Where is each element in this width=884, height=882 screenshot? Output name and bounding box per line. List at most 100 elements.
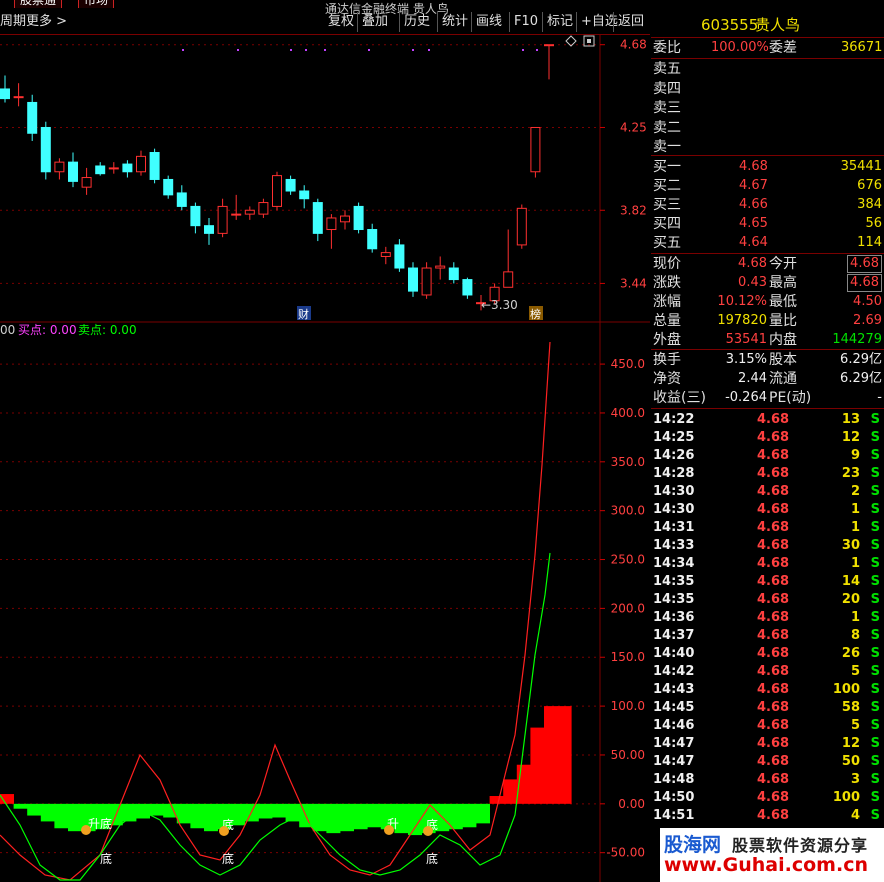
tick-side: S <box>870 646 880 661</box>
candle-body[interactable] <box>13 96 24 99</box>
candle-body[interactable] <box>81 177 92 188</box>
period-button[interactable]: 周期 <box>0 13 26 31</box>
indicator-bar <box>503 779 518 804</box>
tick-time: 14:28 <box>653 466 695 481</box>
candle-body[interactable] <box>462 279 473 296</box>
toolbar-separator <box>576 12 577 32</box>
toolbar-separator <box>542 12 543 32</box>
tab-market[interactable]: 市场 <box>78 0 115 8</box>
kline-chart[interactable]: 4.68 4.25 3.82 3.44 450.0 400.0 350.0 300.0 250.… <box>0 35 650 882</box>
tick-price: 4.68 <box>757 790 790 805</box>
news-badge[interactable]: 财 <box>297 306 311 321</box>
candle-body[interactable] <box>95 165 106 175</box>
more-button[interactable]: 更多 > <box>26 13 67 31</box>
stat-label: 内盘 <box>769 332 797 348</box>
candle-body[interactable] <box>136 155 146 173</box>
candle-body[interactable] <box>149 152 160 180</box>
signal-dot <box>324 49 326 51</box>
candle-body[interactable] <box>190 205 201 227</box>
candle-body[interactable] <box>244 209 255 215</box>
candle-body[interactable] <box>380 252 391 257</box>
stat-label: 最低 <box>769 294 797 310</box>
stat-label: 现价 <box>653 256 681 272</box>
indicator-axis-label: 200.0 <box>611 601 645 615</box>
candle-body[interactable] <box>530 126 541 173</box>
candle-body[interactable] <box>394 244 405 269</box>
toolbar-separator <box>509 12 510 32</box>
candle-body[interactable] <box>367 229 378 250</box>
stat-value: 144279 <box>832 332 882 347</box>
toolbar-button-6[interactable]: 标记 <box>547 13 573 31</box>
candle-body[interactable] <box>299 190 310 200</box>
toolbar-button-4[interactable]: 画线 <box>476 13 502 31</box>
candle-body[interactable] <box>176 192 187 207</box>
indicator-bar <box>54 803 69 829</box>
candle-body[interactable] <box>435 265 446 269</box>
toolbar-button-2[interactable]: 历史 <box>404 13 430 31</box>
candle-body[interactable] <box>326 217 337 231</box>
signal-dot <box>305 49 307 51</box>
weicha-value: 36671 <box>841 40 883 55</box>
tick-volume: 26 <box>841 646 860 661</box>
candle-body[interactable] <box>312 202 323 234</box>
candle-body[interactable] <box>340 215 350 223</box>
candle-body[interactable] <box>353 205 364 231</box>
candle-body[interactable] <box>544 44 554 47</box>
buy-level-price: 4.65 <box>739 216 768 231</box>
tick-volume: 20 <box>841 592 860 607</box>
candle-body[interactable] <box>40 126 51 173</box>
candle-body[interactable] <box>108 167 119 170</box>
candle-body[interactable] <box>258 202 269 215</box>
tick-row: 14:26 4.68 9 S <box>651 448 884 466</box>
candle-body[interactable] <box>285 178 296 192</box>
candle-body[interactable] <box>0 88 10 100</box>
indicator-bar <box>190 803 205 829</box>
watermark-tagline: 股票软件资源分享 <box>732 836 869 855</box>
weicha-label: 委差 <box>769 40 797 56</box>
indicator-axis-label: 450.0 <box>611 357 645 371</box>
tick-volume: 5 <box>850 664 860 679</box>
stat-value: 6.29亿 <box>840 371 882 386</box>
tick-time: 14:31 <box>653 520 695 535</box>
tick-side: S <box>870 718 880 733</box>
tick-side: S <box>870 574 880 589</box>
tick-price: 4.68 <box>757 772 790 787</box>
candle-body[interactable] <box>27 101 38 134</box>
candle-body[interactable] <box>421 267 432 296</box>
toolbar-button-3[interactable]: 统计 <box>442 13 468 31</box>
candle-body[interactable] <box>448 267 459 281</box>
candle-body[interactable] <box>122 163 133 173</box>
toolbar-button-8[interactable]: 返回 <box>618 13 644 31</box>
buy-level-price: 4.64 <box>739 235 768 250</box>
candle-body[interactable] <box>54 161 65 173</box>
tick-side: S <box>870 592 880 607</box>
candle-body[interactable] <box>503 271 514 288</box>
toolbar-button-1[interactable]: 叠加 <box>362 13 388 31</box>
buy-level-price: 4.66 <box>739 197 768 212</box>
sell-point-label: 卖点: 0.00 <box>78 323 137 337</box>
candle-body[interactable] <box>408 267 418 292</box>
candle-body[interactable] <box>231 213 242 216</box>
signal-bottom: 底 <box>100 851 112 866</box>
tick-price: 4.68 <box>757 502 790 517</box>
stat-value: 4.50 <box>853 294 882 309</box>
toolbar-button-0[interactable]: 复权 <box>328 13 354 31</box>
tick-row: 14:25 4.68 12 S <box>651 430 884 448</box>
tick-side: S <box>870 556 880 571</box>
tick-volume: 3 <box>850 772 860 787</box>
toolbar-button-5[interactable]: F10 <box>514 13 538 31</box>
stat-value: 6.29亿 <box>840 352 882 367</box>
candle-body[interactable] <box>516 207 527 246</box>
tab-stock[interactable]: 股票通 <box>14 0 63 8</box>
candle-body[interactable] <box>272 175 282 207</box>
stat-value: 0.43 <box>738 275 767 290</box>
ranking-badge[interactable]: 榜 <box>529 306 543 321</box>
candle-body[interactable] <box>217 205 228 234</box>
indicator-bar <box>13 803 28 809</box>
stock-code: 603555 <box>701 16 759 34</box>
weibi-label: 委比 <box>653 40 681 56</box>
signal-dot <box>536 49 538 51</box>
candle-body[interactable] <box>204 225 214 234</box>
candle-body[interactable] <box>68 161 78 182</box>
candle-body[interactable] <box>163 178 174 196</box>
